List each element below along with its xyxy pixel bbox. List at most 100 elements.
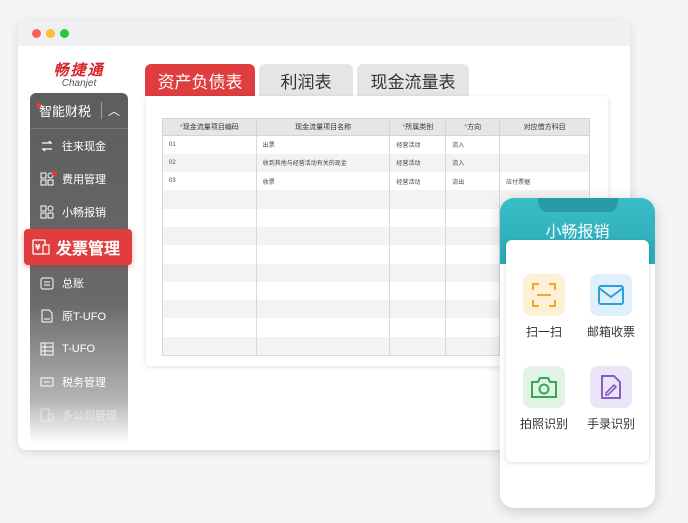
table-cell: 经营活动	[389, 135, 447, 154]
edit-doc-icon	[590, 366, 632, 408]
report-tabs: 资产负债表 利润表 现金流量表	[145, 64, 473, 96]
camera-icon	[523, 366, 565, 408]
notification-dot	[36, 103, 41, 108]
svg-text:¥: ¥	[35, 243, 41, 252]
company-icon	[39, 407, 55, 423]
table-cell	[499, 153, 590, 173]
sidebar-item-label: T-UFO	[62, 342, 95, 355]
feature-grid: 扫一扫 邮箱收票 拍照识别 手录识别	[506, 240, 649, 462]
table-cell	[445, 300, 501, 319]
table-cell	[162, 190, 257, 209]
mobile-preview: 小畅报销 扫一扫 邮箱收票 拍照识别 手录识别	[500, 198, 655, 508]
table-cell	[389, 263, 447, 282]
table-cell	[255, 281, 391, 301]
close-window-button[interactable]	[32, 29, 41, 38]
phone-notch	[538, 198, 618, 212]
sidebar-item-label: 多公司管理	[62, 409, 117, 422]
table-cell	[445, 226, 501, 246]
table-cell	[389, 245, 447, 264]
sidebar-item-cash[interactable]: 往来现金	[30, 129, 128, 162]
chevron-up-icon[interactable]: ︿	[100, 102, 120, 119]
sidebar-item-label: 原T-UFO	[62, 310, 106, 323]
sidebar-item-label: 费用管理	[62, 173, 106, 186]
column-header: *所属类别	[389, 118, 447, 136]
table-cell	[445, 318, 501, 337]
minimize-window-button[interactable]	[46, 29, 55, 38]
table-cell	[162, 300, 257, 319]
table-cell	[389, 336, 447, 356]
sidebar-item-tax[interactable]: 税务管理	[30, 365, 128, 398]
tab-cash-flow[interactable]: 现金流量表	[357, 64, 469, 96]
table-cell: 流入	[445, 153, 501, 173]
table-cell	[445, 263, 501, 282]
table-cell	[255, 226, 391, 246]
table-cell: 流入	[445, 135, 501, 154]
table-cell: 01	[162, 135, 257, 154]
feature-scan[interactable]: 扫一扫	[513, 274, 575, 340]
table-cell	[499, 135, 590, 154]
table-cell: 应付票据	[499, 172, 590, 191]
table-cell	[162, 263, 257, 282]
table-cell	[445, 336, 501, 356]
column-header: *方向	[445, 118, 501, 136]
table-row[interactable]: 02 收到其他与经营活动有关的现金 经营活动 流入	[162, 153, 590, 173]
table-row[interactable]: 01 出票 经营活动 流入	[162, 135, 590, 154]
grid-icon	[39, 204, 55, 220]
feature-mail[interactable]: 邮箱收票	[580, 274, 642, 340]
table-cell	[389, 300, 447, 319]
table-cell	[255, 263, 391, 282]
sidebar-item-label: 发票管理	[56, 241, 121, 258]
sidebar-item-label: 税务管理	[62, 376, 106, 389]
table-cell	[389, 318, 447, 337]
table-row[interactable]: 03 收票 经营活动 流出 应付票据	[162, 172, 590, 191]
sidebar-item-ledger[interactable]: 总账	[30, 266, 128, 299]
exchange-icon	[39, 138, 55, 154]
table-cell	[162, 245, 257, 264]
sidebar: 智能财税 ︿ 往来现金 费用管理 小畅报销 总账 原T-UFO T-UFO 税务…	[30, 93, 128, 443]
mail-icon	[590, 274, 632, 316]
table-header-row: *现金流量项目编码 现金流量项目名称 *所属类别 *方向 对应借方科目	[162, 118, 590, 136]
feature-manual[interactable]: 手录识别	[580, 366, 642, 432]
table-cell	[389, 190, 447, 209]
feature-label: 拍照识别	[519, 417, 568, 431]
column-header: 现金流量项目名称	[255, 118, 391, 136]
sidebar-item-old-tufo[interactable]: 原T-UFO	[30, 299, 128, 332]
tab-income-statement[interactable]: 利润表	[259, 64, 353, 96]
brand-logo: 畅捷通 Chanjet	[44, 62, 114, 89]
table-cell	[255, 190, 391, 209]
table-cell	[162, 318, 257, 337]
sidebar-item-label: 总账	[62, 277, 84, 290]
table-cell	[389, 281, 447, 301]
sidebar-header[interactable]: 智能财税 ︿	[30, 93, 128, 129]
feature-camera[interactable]: 拍照识别	[513, 366, 575, 432]
tab-balance-sheet[interactable]: 资产负债表	[145, 64, 255, 96]
scan-icon	[523, 274, 565, 316]
sidebar-item-label: 小畅报销	[62, 206, 106, 219]
table-cell	[445, 190, 501, 209]
feature-label: 手录识别	[586, 417, 635, 431]
table-cell	[255, 208, 391, 227]
title-bar	[18, 20, 630, 46]
table-cell	[389, 226, 447, 246]
sidebar-item-invoice[interactable]: ¥ 发票管理	[24, 229, 132, 265]
invoice-icon: ¥	[32, 238, 50, 256]
sidebar-item-label: 往来现金	[62, 140, 106, 153]
logo-text-en: Chanjet	[61, 78, 97, 89]
feature-label: 邮箱收票	[586, 325, 635, 339]
sidebar-item-reimburse[interactable]: 小畅报销	[30, 195, 128, 228]
phone-title: 小畅报销	[545, 224, 610, 241]
logo-text-cn: 畅捷通	[53, 61, 105, 79]
sidebar-item-tufo[interactable]: T-UFO	[30, 332, 128, 365]
table-cell	[255, 336, 391, 356]
sidebar-item-expense[interactable]: 费用管理	[30, 162, 128, 195]
maximize-window-button[interactable]	[60, 29, 69, 38]
sidebar-item-multi-company[interactable]: 多公司管理	[30, 398, 128, 431]
table-cell: 流出	[445, 172, 501, 191]
table-cell	[445, 208, 501, 227]
table-cell	[445, 245, 501, 264]
ledger-icon	[39, 275, 55, 291]
column-header: *现金流量项目编码	[162, 118, 257, 136]
table-cell: 收票	[255, 172, 391, 191]
table-cell	[445, 281, 501, 301]
table-cell	[162, 336, 257, 356]
